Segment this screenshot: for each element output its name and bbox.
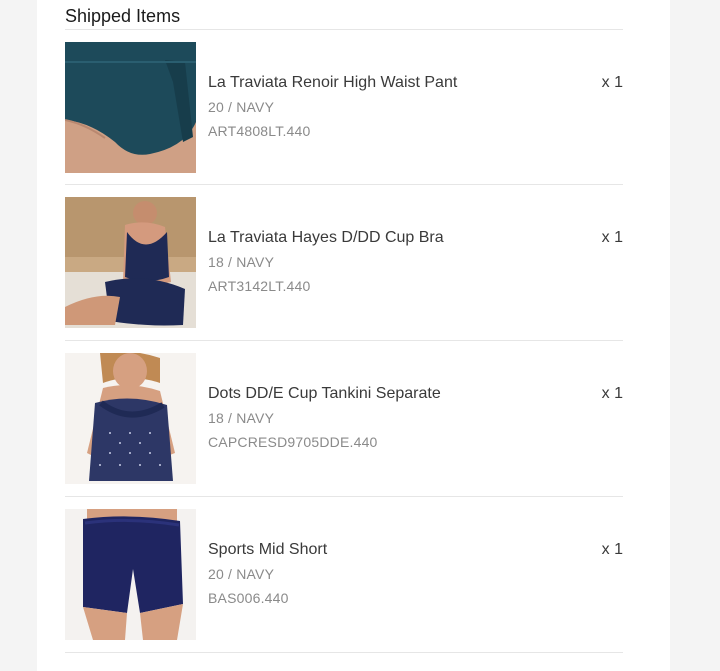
product-quantity: x 1	[601, 385, 623, 402]
product-quantity: x 1	[601, 541, 623, 558]
product-variant: 18 / NAVY	[208, 254, 275, 270]
product-name[interactable]: La Traviata Renoir High Waist Pant	[208, 74, 457, 92]
product-quantity: x 1	[601, 229, 623, 246]
product-sku: ART4808LT.440	[208, 123, 311, 139]
product-variant: 18 / NAVY	[208, 410, 275, 426]
swim-bra-photo-icon	[65, 197, 196, 328]
list-item[interactable]: La Traviata Hayes D/DD Cup Bra 18 / NAVY…	[65, 197, 623, 329]
swim-short-photo-icon	[65, 509, 196, 640]
list-item[interactable]: La Traviata Renoir High Waist Pant 20 / …	[65, 42, 623, 174]
product-image[interactable]	[65, 353, 196, 484]
product-sku: ART3142LT.440	[208, 278, 311, 294]
list-item[interactable]: Sports Mid Short 20 / NAVY BAS006.440 x …	[65, 509, 623, 641]
divider	[65, 340, 623, 341]
section-title: Shipped Items	[65, 6, 181, 26]
product-quantity: x 1	[601, 74, 623, 91]
product-image[interactable]	[65, 42, 196, 173]
divider	[65, 496, 623, 497]
product-name[interactable]: Sports Mid Short	[208, 541, 327, 559]
list-item[interactable]: Dots DD/E Cup Tankini Separate 18 / NAVY…	[65, 353, 623, 485]
product-name[interactable]: La Traviata Hayes D/DD Cup Bra	[208, 229, 444, 247]
product-sku: CAPCRESD9705DDE.440	[208, 434, 378, 450]
product-name[interactable]: Dots DD/E Cup Tankini Separate	[208, 385, 441, 403]
divider	[65, 29, 623, 30]
product-image[interactable]	[65, 197, 196, 328]
divider	[65, 652, 623, 653]
divider	[65, 184, 623, 185]
product-image[interactable]	[65, 509, 196, 640]
tankini-photo-icon	[65, 353, 196, 484]
swim-pant-photo-icon	[65, 42, 196, 173]
product-variant: 20 / NAVY	[208, 99, 275, 115]
product-sku: BAS006.440	[208, 590, 289, 606]
product-variant: 20 / NAVY	[208, 566, 275, 582]
